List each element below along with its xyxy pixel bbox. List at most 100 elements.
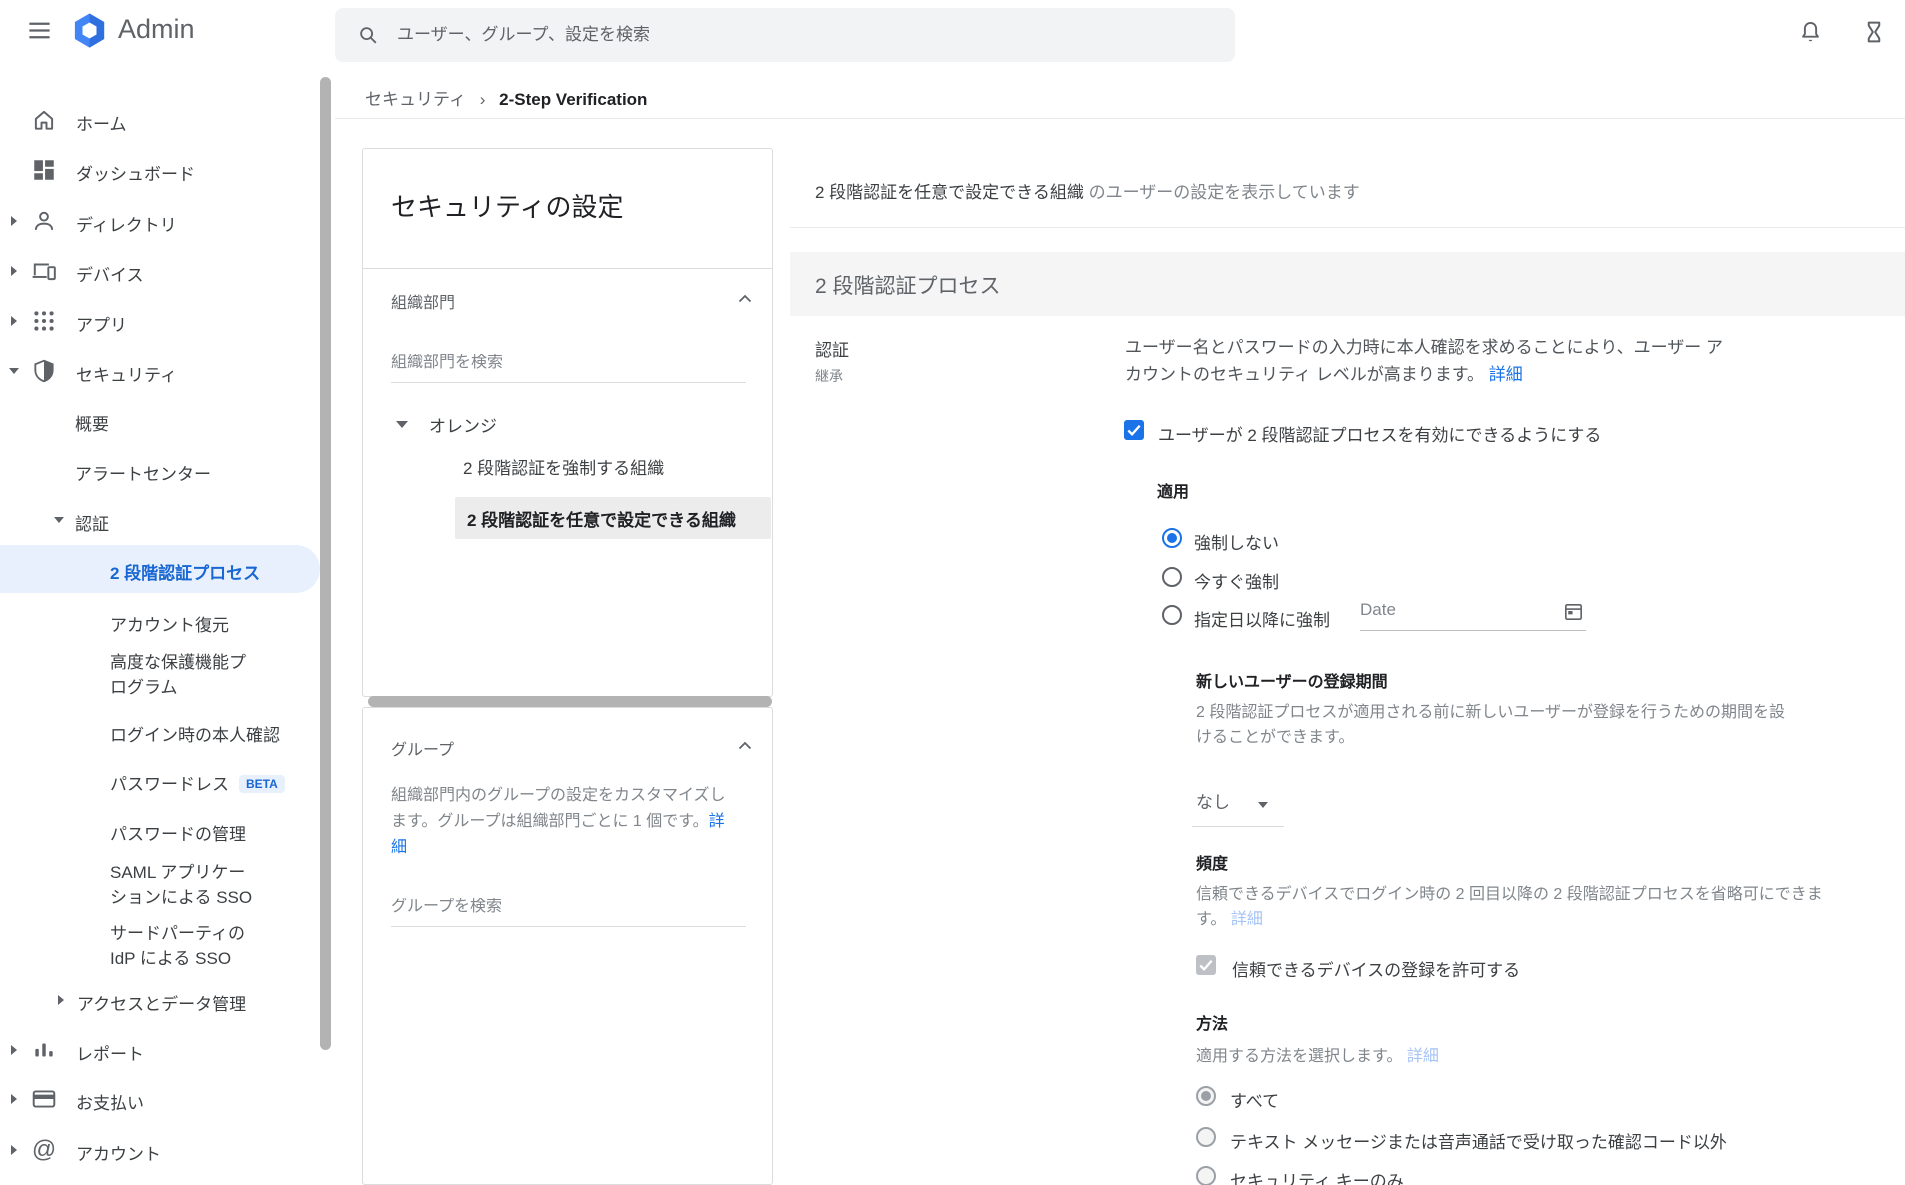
sidebar-item-security[interactable]: セキュリティ [0, 351, 318, 391]
dashboard-icon [31, 157, 57, 183]
home-icon [31, 107, 57, 133]
radio-method-all[interactable] [1196, 1086, 1216, 1106]
sidebar-item-saml-sso[interactable]: SAML アプリケーションによる SSO [0, 860, 318, 910]
enrollment-title: 新しいユーザーの登録期間 [1196, 668, 1388, 692]
frequency-title: 頻度 [1196, 850, 1228, 874]
orgunit-child-forced[interactable]: 2 段階認証を強制する組織 [463, 454, 664, 479]
vertical-scrollbar-thumb[interactable] [320, 77, 331, 1050]
collapse-groups-icon[interactable] [733, 734, 757, 763]
sidebar-item-alert-center[interactable]: アラートセンター [0, 450, 318, 490]
sidebar-item-devices[interactable]: デバイス [0, 251, 318, 291]
enforcement-title: 適用 [1157, 478, 1189, 502]
tree-collapse-icon[interactable] [396, 421, 408, 428]
groups-section-label: グループ [391, 736, 454, 760]
main-divider [790, 227, 1905, 228]
sidebar-item-advanced-protection[interactable]: 高度な保護機能プログラム [0, 650, 318, 700]
admin-console: Admin セキュリティ › 2-Step Verification ホーム ダ… [0, 0, 1905, 1185]
header-divider [335, 118, 1905, 119]
calendar-icon[interactable] [1562, 600, 1585, 628]
expand-right-icon [11, 216, 17, 226]
sidebar-item-apps[interactable]: アプリ [0, 301, 318, 341]
hourglass-icon[interactable] [1860, 18, 1888, 51]
sidebar-item-login-challenges[interactable]: ログイン時の本人確認 [0, 711, 318, 751]
trusted-device-label: 信頼できるデバイスの登録を許可する [1232, 956, 1520, 981]
expand-right-icon [58, 995, 64, 1005]
orgunit-child-optional-selected[interactable]: 2 段階認証を任意で設定できる組織 [455, 497, 771, 539]
expand-down-icon [9, 368, 19, 374]
radio-enforce-now[interactable] [1162, 567, 1182, 587]
sidebar-item-account[interactable]: @ アカウント [0, 1130, 318, 1170]
enrollment-dropdown[interactable]: なし [1196, 788, 1268, 813]
methods-learn-more-link[interactable]: 詳細 [1407, 1048, 1439, 1065]
radio-method-no-text[interactable] [1196, 1127, 1216, 1147]
card-title: セキュリティの設定 [391, 187, 623, 224]
sidebar-item-account-recovery[interactable]: アカウント復元 [0, 601, 318, 641]
sidebar-item-2sv-selected[interactable]: 2 段階認証プロセス [0, 545, 320, 593]
radio-method-security-key-label: セキュリティ キーのみ [1230, 1167, 1404, 1185]
methods-title: 方法 [1196, 1010, 1228, 1034]
radio-method-security-key[interactable] [1196, 1166, 1216, 1185]
account-icon: @ [31, 1137, 57, 1163]
groups-search-input[interactable] [391, 898, 746, 927]
sidebar-item-overview[interactable]: 概要 [0, 400, 318, 440]
breadcrumb-separator-icon: › [480, 90, 486, 109]
search-icon [357, 24, 379, 46]
radio-no-enforcement[interactable] [1162, 528, 1182, 548]
global-search[interactable] [335, 8, 1235, 62]
notifications-icon[interactable] [1797, 19, 1824, 51]
security-icon [31, 358, 57, 384]
section-band-title: 2 段階認証プロセス [815, 270, 1001, 300]
enforce-date-input[interactable] [1360, 600, 1586, 631]
radio-method-all-label: すべて [1230, 1087, 1279, 1112]
beta-badge: BETA [239, 775, 285, 793]
auth-learn-more-link[interactable]: 詳細 [1489, 365, 1523, 384]
admin-logo[interactable] [70, 11, 109, 55]
inheritance-label: 継承 [815, 366, 843, 386]
sidebar-item-authentication[interactable]: 認証 [0, 500, 318, 540]
reports-icon [31, 1037, 57, 1063]
horizontal-scrollbar-thumb[interactable] [368, 696, 772, 707]
breadcrumb-current: 2-Step Verification [499, 90, 647, 109]
scope-target: 2 段階認証を任意で設定できる組織 [815, 183, 1084, 202]
sidebar-item-dashboard[interactable]: ダッシュボード [0, 150, 318, 190]
expand-right-icon [11, 1045, 17, 1055]
breadcrumb-section[interactable]: セキュリティ [365, 90, 466, 109]
sidebar-item-home[interactable]: ホーム [0, 100, 318, 140]
sidebar-item-third-party-idp-sso[interactable]: サードパーティの IdP による SSO [0, 921, 318, 971]
sidebar-item-directory[interactable]: ディレクトリ [0, 201, 318, 241]
sidebar-item-password-management[interactable]: パスワードの管理 [0, 810, 318, 850]
radio-method-no-text-label: テキスト メッセージまたは音声通話で受け取った確認コード以外 [1230, 1128, 1727, 1153]
scope-banner: 2 段階認証を任意で設定できる組織 のユーザーの設定を表示しています [815, 178, 1360, 203]
collapse-orgunit-icon[interactable] [733, 287, 757, 316]
menu-icon[interactable] [26, 17, 53, 49]
trusted-device-checkbox[interactable] [1196, 955, 1216, 975]
radio-enforce-from-date-label: 指定日以降に強制 [1194, 606, 1330, 631]
methods-description: 適用する方法を選択します。 詳細 [1196, 1042, 1439, 1066]
expand-right-icon [11, 1094, 17, 1104]
app-name: Admin [118, 14, 195, 45]
apps-icon [31, 308, 57, 334]
section-band: 2 段階認証プロセス [790, 252, 1905, 316]
orgunit-section-label: 組織部門 [391, 289, 455, 313]
enrollment-dropdown-value: なし [1196, 793, 1230, 812]
sidebar-item-passwordless[interactable]: パスワードレスBETA [0, 760, 318, 800]
card-divider [363, 268, 772, 269]
frequency-learn-more-link[interactable]: 詳細 [1231, 911, 1263, 928]
setting-name: 認証 [815, 336, 849, 361]
sidebar-item-reports[interactable]: レポート [0, 1030, 318, 1070]
orgunit-search-input[interactable] [391, 354, 746, 383]
enrollment-dropdown-underline [1192, 826, 1284, 827]
breadcrumb: セキュリティ › 2-Step Verification [365, 85, 647, 110]
dropdown-arrow-icon [1258, 802, 1268, 808]
enable-2sv-label: ユーザーが 2 段階認証プロセスを有効にできるようにする [1158, 421, 1601, 446]
billing-icon [31, 1086, 57, 1112]
sidebar-item-access-data-control[interactable]: アクセスとデータ管理 [0, 980, 318, 1020]
enable-2sv-checkbox[interactable] [1124, 420, 1144, 440]
expand-down-icon [54, 517, 64, 523]
sidebar-item-billing[interactable]: お支払い [0, 1079, 318, 1119]
global-search-input[interactable] [395, 24, 1179, 46]
groups-description: 組織部門内のグループの設定をカスタマイズします。グループは組織部門ごとに 1 個… [391, 783, 733, 861]
groups-card: グループ 組織部門内のグループの設定をカスタマイズします。グループは組織部門ごと… [362, 707, 773, 1185]
radio-enforce-from-date[interactable] [1162, 605, 1182, 625]
orgunit-root[interactable]: オレンジ [429, 412, 497, 437]
